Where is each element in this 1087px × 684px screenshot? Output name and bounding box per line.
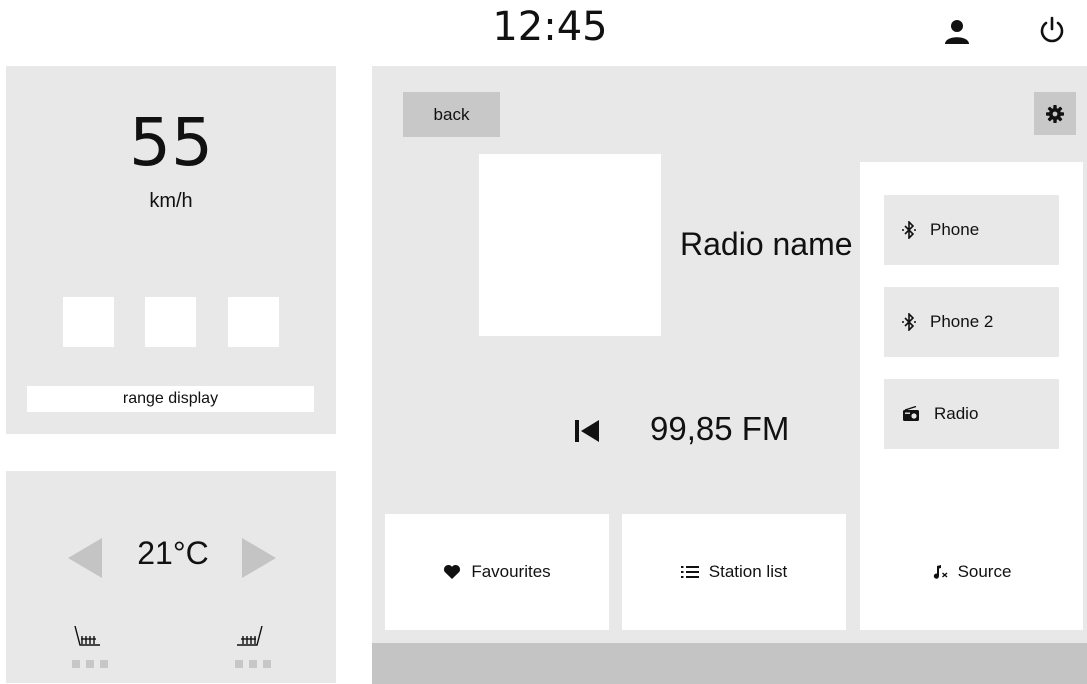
temp-increase-button[interactable] bbox=[238, 537, 278, 579]
source-item-label: Phone bbox=[930, 220, 980, 239]
frequency-display: 99,85 FM bbox=[650, 410, 790, 447]
source-item-phone[interactable]: Phone bbox=[884, 195, 1059, 265]
station-list-label: Station list bbox=[708, 562, 788, 581]
source-item-label: Phone 2 bbox=[930, 312, 994, 331]
bluetooth-icon bbox=[902, 313, 916, 331]
station-name: Radio name bbox=[680, 226, 853, 262]
seat-heater-left-button[interactable] bbox=[72, 625, 112, 668]
heart-icon bbox=[444, 564, 461, 579]
gear-icon bbox=[1046, 104, 1064, 123]
source-label: Source bbox=[957, 562, 1012, 581]
triangle-right-icon bbox=[242, 538, 276, 578]
media-panel: back Radio name 99,85 FM Favourites Stat… bbox=[372, 66, 1087, 684]
seat-heater-left-icon bbox=[74, 625, 100, 646]
seat-heater-right-button[interactable] bbox=[235, 625, 275, 668]
range-display: range display bbox=[27, 386, 314, 412]
list-icon bbox=[680, 566, 699, 578]
power-icon[interactable] bbox=[1034, 12, 1070, 48]
climate-panel: 21°C bbox=[6, 471, 336, 683]
source-item-phone-2[interactable]: Phone 2 bbox=[884, 287, 1059, 357]
seat-heater-right-icon bbox=[237, 625, 263, 646]
music-source-icon bbox=[933, 565, 948, 579]
bottom-bar bbox=[372, 643, 1087, 684]
user-icon[interactable] bbox=[940, 14, 974, 48]
source-item-label: Radio bbox=[934, 404, 979, 423]
previous-station-button[interactable] bbox=[570, 416, 604, 446]
speed-unit: km/h bbox=[149, 190, 193, 212]
favourites-button[interactable]: Favourites bbox=[385, 514, 609, 630]
clock: 12:45 bbox=[492, 4, 608, 50]
seat-heat-level-right bbox=[235, 660, 275, 668]
settings-button[interactable] bbox=[1034, 92, 1076, 135]
seat-heat-level-left bbox=[72, 660, 112, 668]
station-list-button[interactable]: Station list bbox=[622, 514, 846, 630]
cluster-panel: 55 km/h range display bbox=[6, 66, 336, 434]
speed-value: 55 bbox=[129, 104, 213, 181]
temp-decrease-button[interactable] bbox=[66, 537, 106, 579]
temperature-value: 21°C bbox=[137, 535, 209, 571]
back-button[interactable]: back bbox=[403, 92, 500, 137]
favourites-label: Favourites bbox=[471, 562, 551, 581]
album-art bbox=[479, 154, 661, 336]
indicator-box bbox=[63, 297, 114, 347]
bluetooth-icon bbox=[902, 221, 916, 239]
source-menu: Phone Phone 2 Radio bbox=[860, 162, 1083, 515]
source-button[interactable]: Source bbox=[860, 514, 1083, 630]
skip-previous-icon bbox=[575, 420, 599, 442]
indicator-box bbox=[228, 297, 279, 347]
source-item-radio[interactable]: Radio bbox=[884, 379, 1059, 449]
indicator-box bbox=[145, 297, 196, 347]
radio-icon bbox=[903, 406, 919, 421]
triangle-left-icon bbox=[68, 538, 102, 578]
